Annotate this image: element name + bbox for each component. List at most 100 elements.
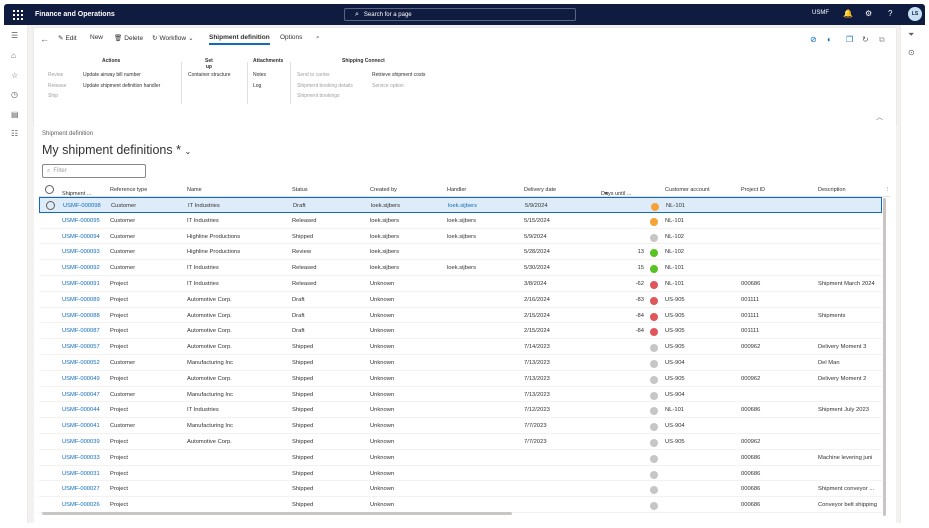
shipment-id-link[interactable]: USMF-000026: [62, 502, 100, 508]
edit-button[interactable]: ✎ Edit: [58, 34, 77, 43]
shipment-booking-details-button[interactable]: Shipment booking details: [297, 81, 353, 92]
shipment-id-link[interactable]: USMF-000095: [62, 218, 100, 224]
ribbon-search-icon[interactable]: ⌕: [316, 34, 320, 42]
table-row[interactable]: USMF-000095 Customer IT Industries Released…: [39, 213, 882, 229]
table-row[interactable]: USMF-000039 Project Automotive Corp. Shippe…: [39, 434, 882, 450]
retrieve-shipment-costs-button[interactable]: Retrieve shipment costs: [372, 70, 425, 81]
column-options-icon[interactable]: ⋮: [885, 187, 890, 193]
table-row[interactable]: USMF-000027 Project Shipped Unknown 000686 Sh…: [39, 481, 882, 498]
tab-shipment-definition[interactable]: Shipment definition: [209, 34, 270, 45]
modules-list-icon[interactable]: ☷: [11, 129, 18, 138]
new-button[interactable]: New: [90, 34, 103, 41]
help-icon[interactable]: ?: [888, 9, 892, 18]
recent-clock-icon[interactable]: ◷: [11, 90, 18, 99]
shipment-id-link[interactable]: USMF-000044: [62, 407, 100, 413]
shipment-id-link[interactable]: USMF-000088: [62, 313, 100, 319]
shipment-id-link[interactable]: USMF-000052: [62, 360, 100, 366]
revise-button[interactable]: Revise: [48, 70, 66, 81]
horizontal-scrollbar[interactable]: [42, 512, 512, 515]
back-arrow-icon[interactable]: ←: [40, 34, 49, 44]
shipment-id-link[interactable]: USMF-000098: [63, 203, 101, 209]
ship-button[interactable]: Ship: [48, 91, 66, 102]
notification-icon[interactable]: 🔔: [843, 9, 853, 18]
vertical-scrollbar[interactable]: [883, 198, 886, 516]
favorites-star-icon[interactable]: ☆: [11, 71, 18, 80]
filter-funnel-icon[interactable]: ⏷: [908, 30, 914, 40]
power-apps-icon[interactable]: ⊘: [810, 35, 817, 44]
table-row[interactable]: USMF-000088 Project Automotive Corp. Draft U…: [39, 308, 882, 324]
row-select-radio[interactable]: [46, 201, 55, 210]
send-to-carrier-button[interactable]: Send to carrier: [297, 70, 353, 81]
table-row[interactable]: USMF-000091 Project IT Industries Released U…: [39, 276, 882, 292]
shipment-id-link[interactable]: USMF-000049: [62, 376, 100, 382]
open-new-window-icon[interactable]: ⧉: [879, 35, 885, 45]
column-header[interactable]: Reference type: [110, 187, 147, 193]
select-all-checkbox[interactable]: [45, 185, 54, 194]
table-row[interactable]: USMF-000031 Project Shipped Unknown 000686: [39, 466, 882, 482]
table-row[interactable]: USMF-000047 Customer Manufacturing Inc Ship…: [39, 387, 882, 403]
column-header[interactable]: Customer account: [665, 187, 710, 193]
settings-gear-icon[interactable]: ⚙: [865, 9, 872, 18]
update-handler-button[interactable]: Update shipment definition handler: [83, 81, 160, 92]
table-row[interactable]: USMF-000052 Customer Manufacturing Inc Ship…: [39, 355, 882, 371]
refresh-icon[interactable]: ↻: [862, 35, 869, 44]
customer-account-cell: NL-101: [665, 265, 685, 272]
table-row[interactable]: USMF-000098 Customer IT Industries Draft loe…: [39, 197, 882, 213]
shipment-id-link[interactable]: USMF-000057: [62, 344, 100, 350]
attachments-icon[interactable]: ❐: [846, 35, 853, 44]
column-header[interactable]: Name: [187, 187, 202, 193]
app-launcher-icon[interactable]: [13, 9, 23, 20]
service-option-button[interactable]: Service option: [372, 81, 425, 92]
column-header[interactable]: Delivery date: [524, 187, 556, 193]
app-name[interactable]: Finance and Operations: [35, 11, 115, 18]
table-row[interactable]: USMF-000041 Customer Manufacturing Inc Ship…: [39, 418, 882, 434]
table-row[interactable]: USMF-000026 Project Shipped Unknown 000686 Co…: [39, 497, 882, 513]
shipment-id-link[interactable]: USMF-000041: [62, 423, 100, 429]
shipment-id-link[interactable]: USMF-000039: [62, 439, 100, 445]
shipment-id-link[interactable]: USMF-000094: [62, 234, 100, 240]
shipment-id-link[interactable]: USMF-000033: [62, 455, 100, 461]
shipment-id-link[interactable]: USMF-000089: [62, 297, 100, 303]
table-row[interactable]: USMF-000094 Customer Highline Productions S…: [39, 229, 882, 245]
company-selector[interactable]: USMF: [812, 10, 829, 16]
shipment-id-link[interactable]: USMF-000047: [62, 392, 100, 398]
workflow-button[interactable]: ↻ Workflow ⌄: [152, 34, 194, 43]
collapse-ribbon-icon[interactable]: ︿: [876, 112, 883, 122]
column-header[interactable]: Project ID: [741, 187, 765, 193]
avatar[interactable]: LS: [908, 7, 922, 21]
notes-button[interactable]: Notes: [253, 70, 266, 81]
container-structure-button[interactable]: Container structure: [188, 70, 231, 81]
shipment-id-link[interactable]: USMF-000031: [62, 471, 100, 477]
table-row[interactable]: USMF-000089 Project Automotive Corp. Draft U…: [39, 292, 882, 308]
delete-button[interactable]: 🗑 Delete: [114, 34, 143, 43]
shipment-id-link[interactable]: USMF-000087: [62, 328, 100, 334]
view-selector[interactable]: My shipment definitions * ⌄: [42, 143, 191, 157]
column-header[interactable]: Created by: [370, 187, 397, 193]
shipment-bookings-button[interactable]: Shipment bookings: [297, 91, 353, 102]
column-header[interactable]: Description: [818, 187, 846, 193]
table-row[interactable]: USMF-000044 Project IT Industries Shipped Un…: [39, 402, 882, 419]
tab-options[interactable]: Options: [280, 34, 302, 41]
filter-input[interactable]: ⌕ Filter: [42, 164, 146, 178]
office-icon[interactable]: ◐: [827, 35, 832, 44]
shipment-id-link[interactable]: USMF-000027: [62, 486, 100, 492]
table-row[interactable]: USMF-000092 Customer IT Industries Released…: [39, 260, 882, 276]
table-row[interactable]: USMF-000057 Project Automotive Corp. Shippe…: [39, 339, 882, 355]
workspaces-icon[interactable]: ▤: [11, 110, 19, 119]
hamburger-menu-icon[interactable]: ☰: [11, 31, 18, 40]
column-header[interactable]: Handler: [447, 187, 466, 193]
table-row[interactable]: USMF-000033 Project Shipped Unknown 000686 Ma…: [39, 450, 882, 466]
table-row[interactable]: USMF-000087 Project Automotive Corp. Draft U…: [39, 323, 882, 340]
search-input[interactable]: ⌕ Search for a page: [344, 8, 576, 21]
shipment-id-link[interactable]: USMF-000091: [62, 281, 100, 287]
table-row[interactable]: USMF-000049 Project Automotive Corp. Shippe…: [39, 371, 882, 387]
release-button[interactable]: Release: [48, 81, 66, 92]
table-row[interactable]: USMF-000093 Customer Highline Productions R…: [39, 244, 882, 261]
log-button[interactable]: Log: [253, 81, 266, 92]
column-header[interactable]: Status: [292, 187, 308, 193]
home-icon[interactable]: ⌂: [11, 51, 16, 60]
related-info-icon[interactable]: ⊙: [908, 48, 915, 57]
update-airway-bill-button[interactable]: Update airway bill number: [83, 70, 160, 81]
shipment-id-link[interactable]: USMF-000093: [62, 249, 100, 255]
shipment-id-link[interactable]: USMF-000092: [62, 265, 100, 271]
